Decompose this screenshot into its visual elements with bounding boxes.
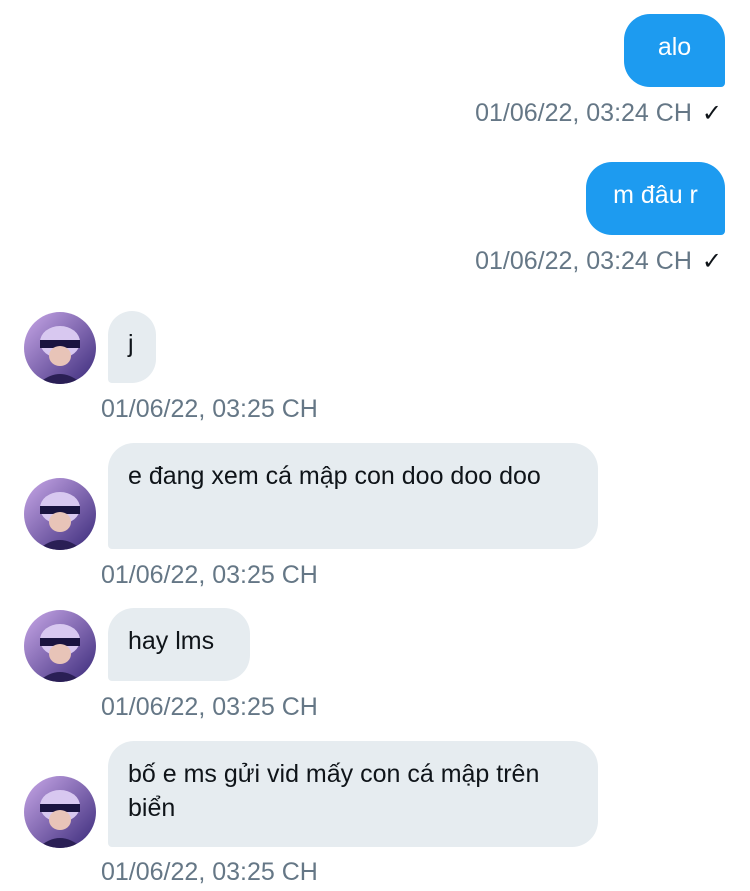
contact-avatar[interactable] [24, 478, 96, 550]
message-text: hay lms [128, 627, 215, 655]
message-bubble-incoming[interactable]: e đang xem cá mập con doo doo doo [108, 443, 598, 549]
message-text: j [128, 330, 134, 358]
message-bubble-incoming[interactable]: j [108, 311, 156, 383]
message-timestamp: 01/06/22, 03:24 CH ✓ [475, 99, 722, 127]
contact-avatar[interactable] [24, 776, 96, 848]
message-text: alo [657, 33, 692, 61]
message-text: bố e ms gửi vid mấy con cá mập trên biển [128, 760, 540, 822]
message-bubble-outgoing[interactable]: m đâu r [586, 162, 725, 235]
message-timestamp: 01/06/22, 03:25 CH [101, 858, 318, 886]
contact-avatar[interactable] [24, 312, 96, 384]
checkmark-icon: ✓ [701, 248, 722, 275]
message-timestamp: 01/06/22, 03:25 CH [101, 693, 318, 721]
message-bubble-incoming[interactable]: bố e ms gửi vid mấy con cá mập trên biển [108, 741, 598, 847]
message-bubble-incoming[interactable]: hay lms [108, 608, 250, 681]
message-timestamp: 01/06/22, 03:25 CH [101, 561, 318, 589]
message-text: m đâu r [613, 181, 698, 209]
checkmark-icon: ✓ [701, 100, 722, 127]
message-timestamp: 01/06/22, 03:24 CH ✓ [475, 247, 722, 275]
message-bubble-outgoing[interactable]: alo [624, 14, 725, 87]
contact-avatar[interactable] [24, 610, 96, 682]
message-text: e đang xem cá mập con doo doo doo [128, 462, 541, 490]
message-timestamp: 01/06/22, 03:25 CH [101, 395, 318, 423]
